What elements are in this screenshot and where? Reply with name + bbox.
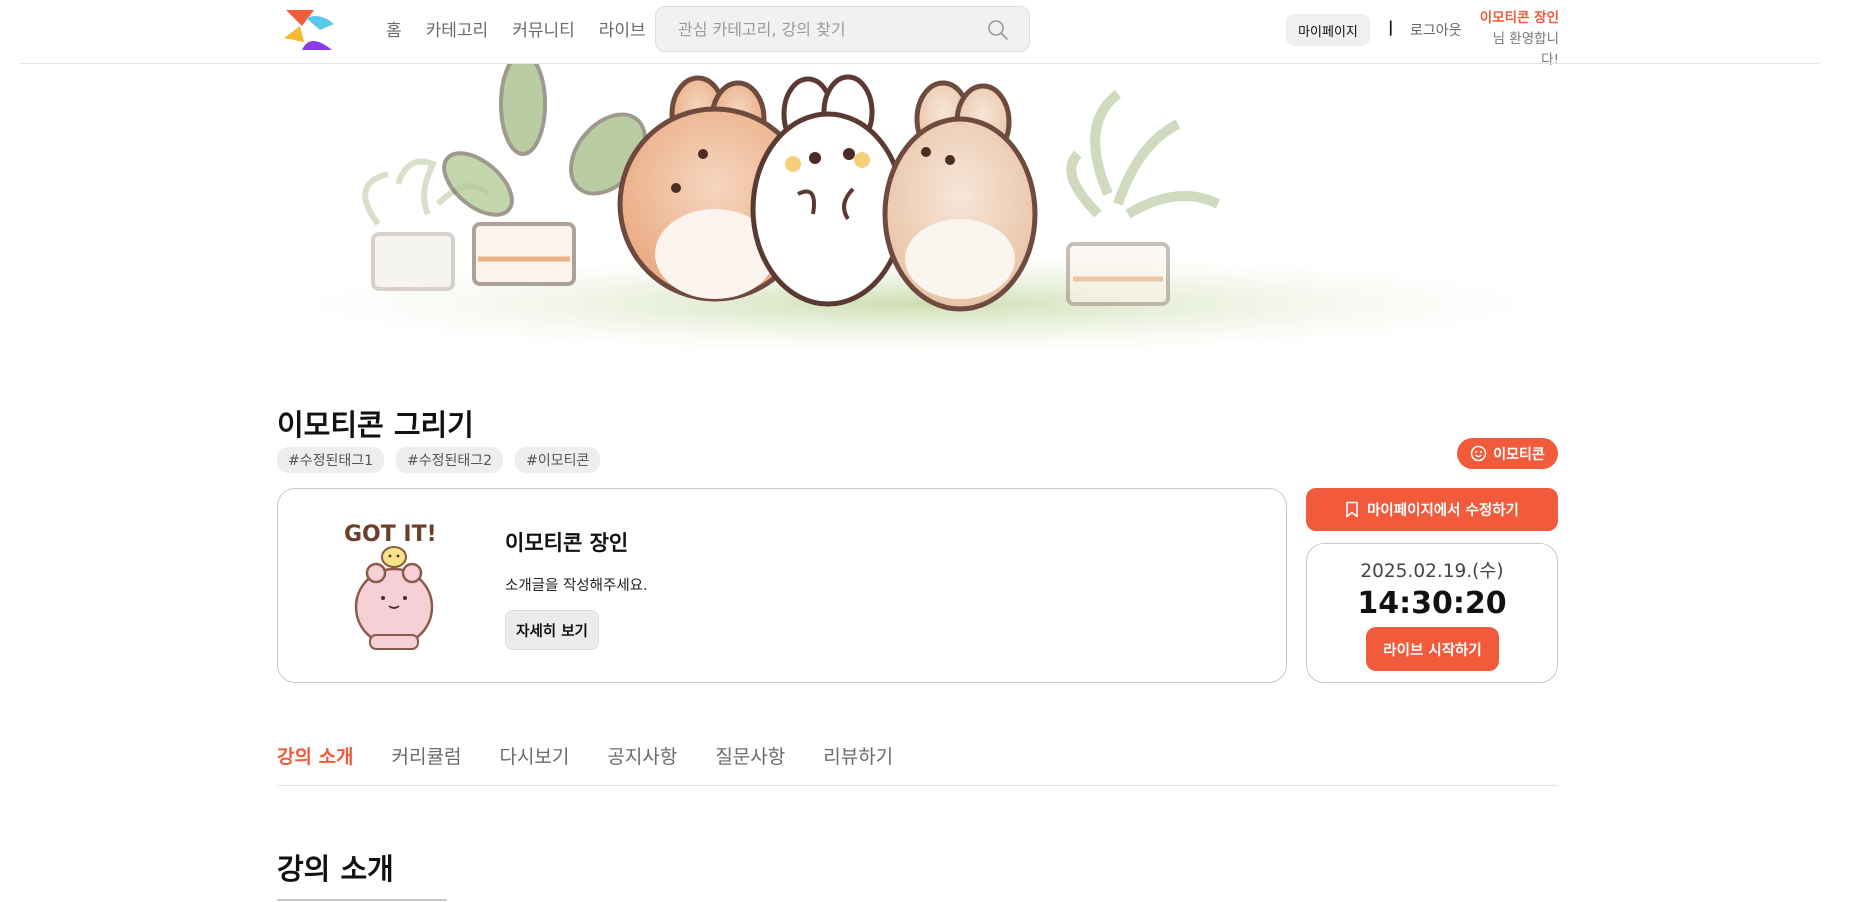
svg-text:GOT IT!: GOT IT! xyxy=(344,522,437,547)
detail-button[interactable]: 자세히 보기 xyxy=(505,610,599,650)
live-time: 14:30:20 xyxy=(1357,586,1507,621)
nav-live[interactable]: 라이브 xyxy=(599,16,646,41)
course-tags: #수정된태그1 #수정된태그2 #이모티콘 xyxy=(277,447,601,473)
user-name: 이모티콘 장인 xyxy=(1479,10,1559,26)
logo-icon[interactable] xyxy=(284,8,336,50)
tab-intro[interactable]: 강의 소개 xyxy=(277,742,354,769)
start-live-button[interactable]: 라이브 시작하기 xyxy=(1366,627,1499,671)
instructor-intro: 소개글을 작성해주세요. xyxy=(505,578,648,594)
category-badge[interactable]: 이모티콘 xyxy=(1457,438,1558,469)
live-card: 2025.02.19.(수) 14:30:20 라이브 시작하기 xyxy=(1306,543,1558,683)
tag-chip[interactable]: #수정된태그1 xyxy=(277,447,385,473)
nav-category[interactable]: 카테고리 xyxy=(426,16,489,41)
edit-button-label: 마이페이지에서 수정하기 xyxy=(1367,503,1519,519)
header-divider: | xyxy=(1388,18,1394,36)
nav-community[interactable]: 커뮤니티 xyxy=(512,16,575,41)
nav-home[interactable]: 홈 xyxy=(386,16,402,41)
instructor-avatar: GOT IT! xyxy=(344,522,437,650)
tag-chip[interactable]: #수정된태그2 xyxy=(396,447,504,473)
tag-chip[interactable]: #이모티콘 xyxy=(515,447,601,473)
tab-curriculum[interactable]: 커리큘럼 xyxy=(392,742,462,769)
logout-link[interactable]: 로그아웃 xyxy=(1410,20,1462,40)
course-title: 이모티콘 그리기 xyxy=(277,408,474,442)
instructor-name: 이모티콘 장인 xyxy=(505,531,629,555)
search-input[interactable] xyxy=(678,7,978,51)
bookmark-icon xyxy=(1346,501,1358,518)
section-title: 강의 소개 xyxy=(277,852,394,886)
search-box xyxy=(655,6,1030,52)
mypage-button[interactable]: 마이페이지 xyxy=(1286,14,1370,46)
main-nav: 홈 카테고리 커뮤니티 라이브 xyxy=(386,16,646,41)
tab-questions[interactable]: 질문사항 xyxy=(715,742,785,769)
smile-icon xyxy=(1470,445,1487,462)
instructor-card: GOT IT! 이모티콘 장인 소개글을 작성해주세요. 자세히 보기 xyxy=(277,488,1287,683)
tab-review[interactable]: 리뷰하기 xyxy=(823,742,893,769)
top-header: 홈 카테고리 커뮤니티 라이브 마이페이지 | 로그아웃 이모티콘 장인 님 환… xyxy=(0,0,1859,68)
tabs-divider xyxy=(277,785,1558,786)
tab-notice[interactable]: 공지사항 xyxy=(607,742,677,769)
edit-in-mypage-button[interactable]: 마이페이지에서 수정하기 xyxy=(1306,488,1558,531)
welcome-message: 이모티콘 장인 님 환영합니다! xyxy=(1477,8,1559,71)
tab-replay[interactable]: 다시보기 xyxy=(499,742,569,769)
category-badge-label: 이모티콘 xyxy=(1493,446,1545,463)
course-tabs: 강의 소개 커리큘럼 다시보기 공지사항 질문사항 리뷰하기 xyxy=(277,742,893,769)
live-date: 2025.02.19.(수) xyxy=(1360,561,1504,582)
section-text-cutoff xyxy=(277,897,447,902)
search-icon[interactable] xyxy=(987,19,1009,41)
course-banner-image xyxy=(278,64,1558,354)
